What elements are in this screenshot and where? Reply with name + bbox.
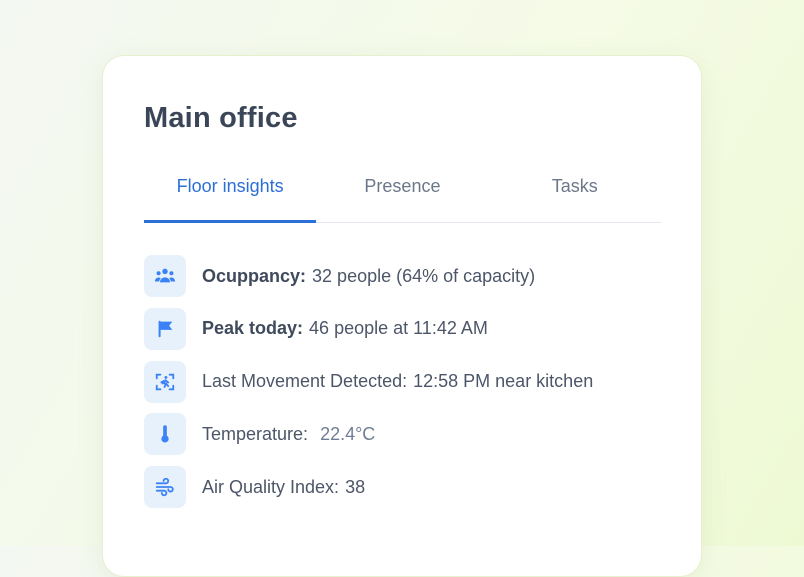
wind-icon [144,466,186,509]
flag-icon [144,307,186,350]
office-insights-card: Main office Floor insights Presence Task… [102,55,702,577]
air-quality-label: Air Quality Index: [202,476,340,497]
air-quality-value: 38 [345,476,366,497]
movement-value: 12:58 PM near kitchen [413,371,594,392]
temperature-value: 22.4°C [320,423,376,444]
tab-tasks[interactable]: Tasks [489,164,661,222]
occupancy-value: 32 people (64% of capacity) [312,265,536,286]
temperature-row: Temperature: 22.4°C [144,413,593,456]
occupancy-text: Ocuppancy: 32 people (64% of capacity) [202,266,535,287]
temperature-text: Temperature: 22.4°C [202,424,375,445]
thermometer-icon [144,413,186,456]
temperature-label: Temperature: [202,423,309,444]
movement-row: Last Movement Detected: 12:58 PM near kit… [144,360,593,403]
tab-presence[interactable]: Presence [316,164,488,222]
peak-label: Peak today: [202,318,304,339]
insights-list: Ocuppancy: 32 people (64% of capacity) Pe… [144,255,593,519]
tab-floor-insights[interactable]: Floor insights [144,164,317,223]
air-quality-text: Air Quality Index: 38 [202,477,365,498]
page-title: Main office [144,102,298,134]
movement-label: Last Movement Detected: [202,371,408,392]
air-quality-row: Air Quality Index: 38 [144,466,593,509]
peak-value: 46 people at 11:42 AM [309,318,488,339]
occupancy-row: Ocuppancy: 32 people (64% of capacity) [144,255,593,297]
peak-text: Peak today: 46 people at 11:42 AM [202,318,488,339]
motion-sensor-icon [144,360,186,403]
peak-row: Peak today: 46 people at 11:42 AM [144,307,593,350]
people-group-icon [144,255,186,297]
tab-bar: Floor insights Presence Tasks [144,164,661,223]
movement-text: Last Movement Detected: 12:58 PM near kit… [202,371,593,392]
occupancy-label: Ocuppancy: [202,265,307,286]
